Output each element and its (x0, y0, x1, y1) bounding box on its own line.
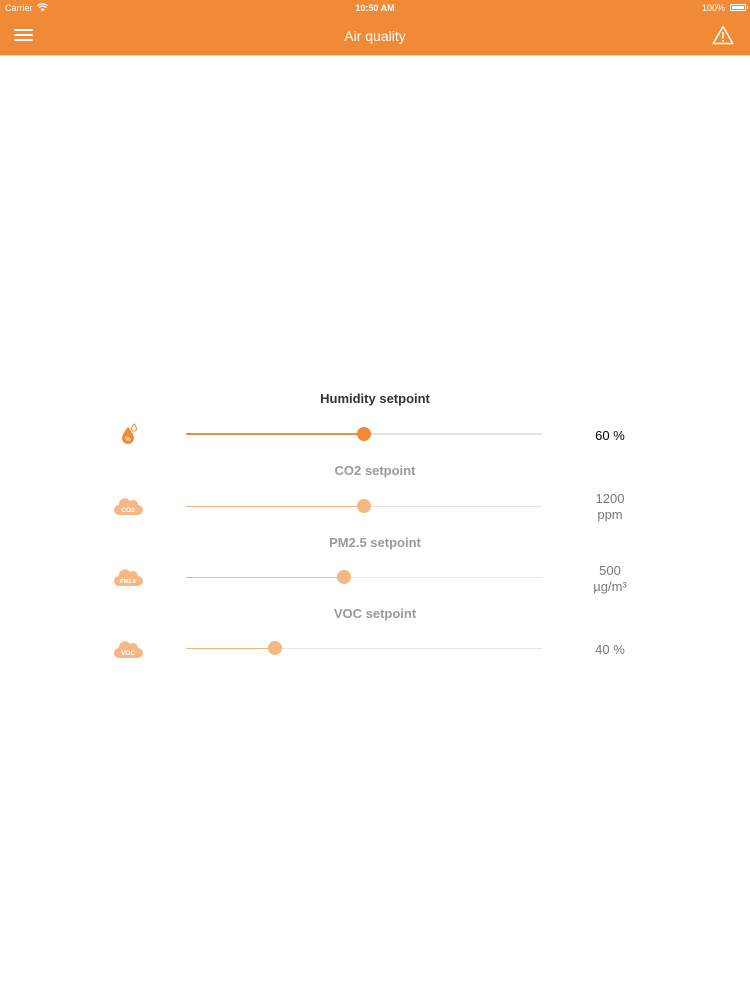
humidity-drop-icon: % (122, 423, 138, 444)
pm25-value-unit: µg/m³ (593, 579, 627, 594)
warning-triangle-icon[interactable] (712, 25, 734, 45)
co2-value: 1200 ppm (560, 491, 660, 523)
co2-value-number: 1200 (595, 491, 625, 506)
status-time: 10:50 AM (355, 3, 395, 13)
air-quality-screen: Carrier 10:50 AM 100% Air quality Humidi… (0, 0, 750, 1000)
voc-cloud-icon: VOC (114, 641, 143, 658)
pm25-slider[interactable] (186, 567, 542, 587)
pm25-value-number: 500 (599, 563, 621, 578)
status-bar: Carrier 10:50 AM 100% (0, 0, 750, 16)
voc-value: 40 % (560, 642, 660, 658)
co2-setpoint-title: CO2 setpoint (334, 463, 416, 478)
slider-fill (186, 577, 345, 578)
humidity-slider[interactable] (186, 424, 542, 444)
voc-setpoint: VOC setpoint VOC 40 % (0, 606, 750, 678)
co2-cloud-icon: CO2 (114, 498, 143, 515)
slider-thumb[interactable] (357, 499, 371, 513)
co2-slider[interactable] (186, 496, 542, 516)
humidity-setpoint-title: Humidity setpoint (320, 391, 430, 406)
svg-text:CO2: CO2 (121, 507, 135, 514)
voc-value-number: 40 % (595, 642, 625, 657)
humidity-value-number: 60 % (595, 428, 625, 443)
pm25-setpoint-title: PM2.5 setpoint (329, 535, 421, 550)
slider-fill (186, 648, 275, 649)
navigation-bar: Air quality (0, 16, 750, 56)
slider-fill (186, 506, 364, 507)
slider-fill (186, 433, 364, 435)
humidity-setpoint: Humidity setpoint % 60 % (0, 391, 750, 463)
co2-value-unit: ppm (597, 507, 623, 522)
pm25-setpoint: PM2.5 setpoint PM2.5 500 µg/m³ (0, 535, 750, 607)
svg-text:%: % (125, 437, 131, 443)
voc-setpoint-title: VOC setpoint (333, 606, 417, 621)
slider-thumb[interactable] (268, 641, 282, 655)
pm25-value: 500 µg/m³ (560, 563, 660, 595)
svg-text:VOC: VOC (121, 650, 135, 657)
voc-slider[interactable] (186, 638, 542, 658)
pm25-cloud-icon: PM2.5 (114, 569, 143, 586)
battery-icon (730, 4, 748, 11)
humidity-value: 60 % (560, 428, 660, 444)
slider-thumb[interactable] (337, 570, 352, 584)
slider-thumb[interactable] (357, 427, 371, 441)
co2-setpoint: CO2 setpoint CO2 1200 ppm (0, 463, 750, 535)
battery-percentage: 100% (701, 3, 725, 13)
svg-text:PM2.5: PM2.5 (120, 579, 136, 585)
page-title: Air quality (344, 28, 406, 44)
